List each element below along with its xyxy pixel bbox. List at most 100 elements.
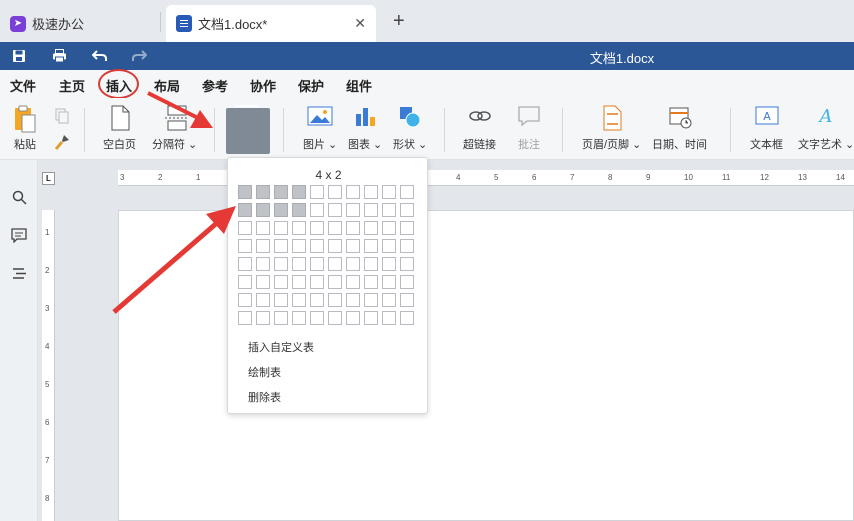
table-grid-cell[interactable]: [274, 185, 288, 199]
table-grid-cell[interactable]: [346, 257, 360, 271]
table-grid-cell[interactable]: [400, 257, 414, 271]
table-grid-cell[interactable]: [364, 257, 378, 271]
menu-draw-table[interactable]: 绘制表: [248, 364, 281, 380]
table-grid-cell[interactable]: [256, 257, 270, 271]
table-grid-cell[interactable]: [328, 293, 342, 307]
table-grid-cell[interactable]: [346, 203, 360, 217]
search-icon[interactable]: [10, 188, 28, 206]
table-grid-cell[interactable]: [382, 257, 396, 271]
table-grid-cell[interactable]: [382, 221, 396, 235]
table-grid-cell[interactable]: [292, 239, 306, 253]
menu-references[interactable]: 参考: [202, 76, 228, 95]
table-grid-cell[interactable]: [364, 185, 378, 199]
redo-icon[interactable]: [130, 47, 148, 65]
table-grid-cell[interactable]: [346, 239, 360, 253]
menu-components[interactable]: 组件: [346, 76, 372, 95]
table-grid-cell[interactable]: [310, 293, 324, 307]
close-icon[interactable]: ✕: [354, 15, 366, 32]
table-grid-cell[interactable]: [382, 293, 396, 307]
table-grid-cell[interactable]: [292, 311, 306, 325]
table-grid-cell[interactable]: [346, 275, 360, 289]
table-size-grid[interactable]: [238, 185, 414, 325]
table-grid-cell[interactable]: [382, 185, 396, 199]
table-grid-cell[interactable]: [328, 203, 342, 217]
table-grid-cell[interactable]: [256, 311, 270, 325]
table-grid-cell[interactable]: [364, 311, 378, 325]
table-grid-cell[interactable]: [364, 275, 378, 289]
table-grid-cell[interactable]: [400, 275, 414, 289]
table-grid-cell[interactable]: [382, 239, 396, 253]
header-footer-button[interactable]: 页眉/页脚 ⌄: [582, 104, 641, 152]
print-icon[interactable]: [50, 47, 68, 65]
table-grid-cell[interactable]: [346, 293, 360, 307]
table-grid-cell[interactable]: [256, 275, 270, 289]
blank-page-button[interactable]: 空白页: [103, 104, 136, 152]
table-grid-cell[interactable]: [238, 275, 252, 289]
textbox-button[interactable]: A 文本框: [750, 104, 783, 152]
table-grid-cell[interactable]: [382, 275, 396, 289]
table-grid-cell[interactable]: [256, 239, 270, 253]
table-grid-cell[interactable]: [256, 293, 270, 307]
menu-delete-table[interactable]: 删除表: [248, 389, 281, 405]
table-grid-cell[interactable]: [274, 257, 288, 271]
tab-document[interactable]: 文档1.docx* ✕: [166, 5, 376, 42]
table-grid-cell[interactable]: [400, 221, 414, 235]
table-grid-cell[interactable]: [238, 221, 252, 235]
outline-icon[interactable]: [10, 264, 28, 282]
copy-icon[interactable]: [55, 108, 69, 127]
table-grid-cell[interactable]: [364, 203, 378, 217]
image-button[interactable]: 图片 ⌄: [303, 104, 337, 152]
table-grid-cell[interactable]: [292, 257, 306, 271]
table-grid-cell[interactable]: [310, 275, 324, 289]
table-grid-cell[interactable]: [382, 203, 396, 217]
table-grid-cell[interactable]: [310, 257, 324, 271]
tab-stop-selector[interactable]: L: [42, 172, 55, 185]
paste-button[interactable]: 粘贴: [12, 104, 38, 152]
table-grid-cell[interactable]: [310, 203, 324, 217]
table-grid-cell[interactable]: [310, 239, 324, 253]
table-grid-cell[interactable]: [274, 203, 288, 217]
table-grid-cell[interactable]: [238, 185, 252, 199]
table-grid-cell[interactable]: [310, 221, 324, 235]
table-grid-cell[interactable]: [256, 221, 270, 235]
shape-button[interactable]: 形状 ⌄: [393, 104, 427, 152]
table-grid-cell[interactable]: [382, 311, 396, 325]
separator-button[interactable]: 分隔符 ⌄: [152, 104, 197, 152]
table-grid-cell[interactable]: [274, 293, 288, 307]
menu-protect[interactable]: 保护: [298, 76, 324, 95]
table-grid-cell[interactable]: [328, 275, 342, 289]
table-grid-cell[interactable]: [364, 239, 378, 253]
table-grid-cell[interactable]: [400, 239, 414, 253]
undo-icon[interactable]: [90, 47, 108, 65]
table-grid-cell[interactable]: [292, 203, 306, 217]
table-grid-cell[interactable]: [238, 293, 252, 307]
menu-insert-custom-table[interactable]: 插入自定义表: [248, 339, 314, 355]
save-icon[interactable]: [10, 47, 28, 65]
menu-collaborate[interactable]: 协作: [250, 76, 276, 95]
table-grid-cell[interactable]: [310, 311, 324, 325]
format-painter-icon[interactable]: [54, 134, 70, 153]
table-grid-cell[interactable]: [292, 185, 306, 199]
table-grid-cell[interactable]: [256, 203, 270, 217]
table-grid-cell[interactable]: [364, 221, 378, 235]
table-grid-cell[interactable]: [400, 293, 414, 307]
table-grid-cell[interactable]: [328, 221, 342, 235]
table-grid-cell[interactable]: [328, 257, 342, 271]
date-time-button[interactable]: 日期、时间: [652, 104, 707, 152]
text-art-button[interactable]: A 文字艺术 ⌄: [798, 104, 854, 152]
table-grid-cell[interactable]: [310, 185, 324, 199]
table-grid-cell[interactable]: [328, 185, 342, 199]
table-grid-cell[interactable]: [400, 185, 414, 199]
table-grid-cell[interactable]: [292, 293, 306, 307]
table-grid-cell[interactable]: [328, 239, 342, 253]
table-grid-cell[interactable]: [328, 311, 342, 325]
menu-layout[interactable]: 布局: [154, 76, 180, 95]
table-grid-cell[interactable]: [238, 311, 252, 325]
comment-button[interactable]: 批注: [516, 104, 542, 152]
table-grid-cell[interactable]: [346, 311, 360, 325]
table-grid-cell[interactable]: [238, 257, 252, 271]
table-grid-cell[interactable]: [292, 221, 306, 235]
table-grid-cell[interactable]: [238, 239, 252, 253]
table-grid-cell[interactable]: [346, 185, 360, 199]
table-grid-cell[interactable]: [400, 311, 414, 325]
